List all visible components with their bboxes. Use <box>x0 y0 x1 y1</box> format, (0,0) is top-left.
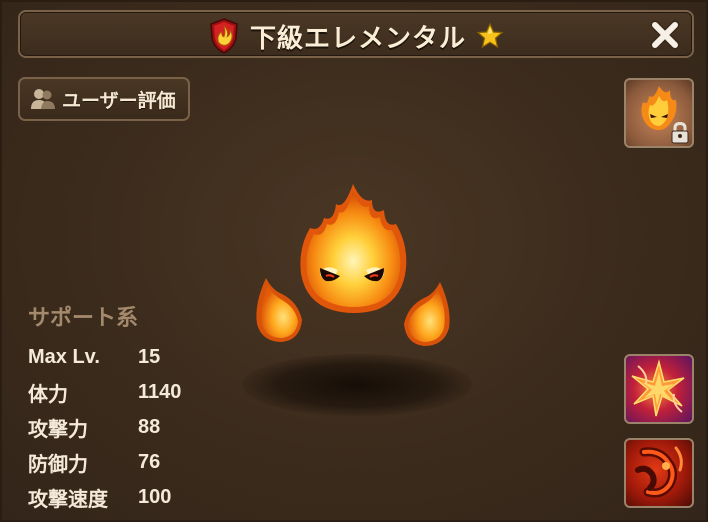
skill-2-button[interactable] <box>624 438 694 508</box>
star-icon <box>476 22 504 49</box>
stat-row-attack: 攻撃力 88 <box>28 410 181 445</box>
stats-list: Max Lv. 15 体力 1140 攻撃力 88 防御力 76 攻撃速度 10… <box>28 340 181 515</box>
stat-label: 攻撃速度 <box>28 487 108 511</box>
stat-label: 体力 <box>28 382 68 406</box>
lock-icon <box>671 122 689 144</box>
monster-info-window: 下級エレメンタル ユーザー評価 サポート系 Max Lv. 15 体力 1140… <box>0 0 708 522</box>
title-bar: 下級エレメンタル <box>18 10 694 58</box>
stat-value: 76 <box>138 451 161 473</box>
skill-1-button[interactable] <box>624 354 694 424</box>
stat-value: 88 <box>138 416 161 438</box>
monster-shadow <box>242 354 472 416</box>
monster-category: サポート系 <box>28 306 139 331</box>
stat-row-max-level: Max Lv. 15 <box>28 340 181 375</box>
monster-name: 下級エレメンタル <box>249 23 466 54</box>
stat-value: 100 <box>138 486 172 508</box>
fire-element-badge-icon <box>210 18 238 54</box>
user-rating-label: ユーザー評価 <box>62 89 176 112</box>
monster-portrait[interactable] <box>624 78 694 148</box>
stat-label: 防御力 <box>28 452 88 476</box>
close-button[interactable] <box>648 18 682 52</box>
stat-value: 15 <box>138 346 161 368</box>
stat-row-speed: 攻撃速度 100 <box>28 480 181 515</box>
user-rating-button[interactable]: ユーザー評価 <box>18 77 190 121</box>
fire-burst-skill-icon <box>631 359 685 417</box>
stat-value: 1140 <box>138 381 182 403</box>
fire-elemental-monster-model <box>256 184 450 346</box>
stat-row-defense: 防御力 76 <box>28 445 181 480</box>
users-icon <box>31 89 55 109</box>
stat-row-hp: 体力 1140 <box>28 375 181 410</box>
stat-label: 攻撃力 <box>28 417 88 441</box>
stat-label: Max Lv. <box>28 346 100 368</box>
fire-claw-skill-icon <box>635 446 683 498</box>
